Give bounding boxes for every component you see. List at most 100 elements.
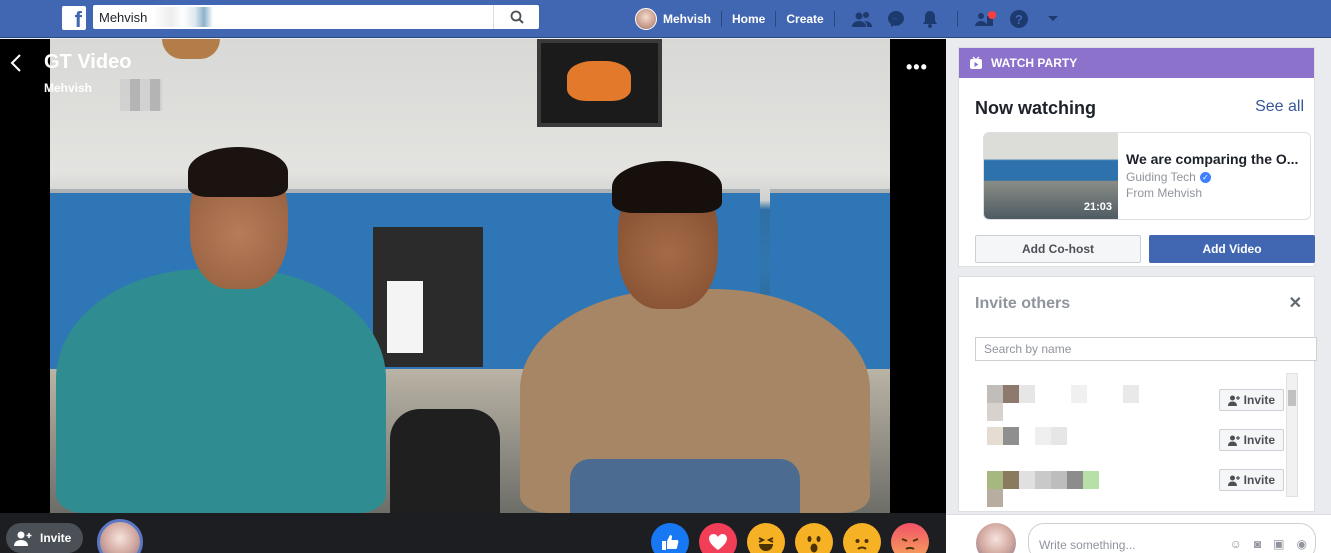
back-button[interactable]: [10, 53, 22, 79]
video-source: Guiding Tech ✓: [1126, 170, 1211, 184]
home-link[interactable]: Home: [732, 12, 765, 26]
video-title: GT Video: [44, 51, 132, 73]
video-player[interactable]: GT Video Mehvish ••• Invite: [0, 39, 946, 553]
profile-link[interactable]: Mehvish: [663, 12, 711, 26]
blurred-region: [1071, 385, 1087, 403]
add-video-button[interactable]: Add Video: [1149, 235, 1315, 263]
add-person-icon: [1227, 475, 1240, 486]
more-options-icon[interactable]: •••: [906, 57, 928, 78]
see-all-link[interactable]: See all: [1255, 98, 1304, 116]
invite-others-card: Invite others ✕ Invite Invite: [958, 276, 1317, 512]
blurred-region: [1003, 427, 1019, 445]
video-source-name[interactable]: Guiding Tech: [1126, 170, 1196, 184]
wow-reaction-icon[interactable]: [795, 523, 833, 553]
invite-others-heading: Invite others: [975, 295, 1071, 312]
blurred-region: [1035, 471, 1051, 489]
facebook-logo-icon[interactable]: f: [62, 6, 86, 30]
comment-composer: Write something... ☺ ◙ ▣ ◉: [946, 514, 1331, 553]
groups-icon[interactable]: [974, 8, 996, 30]
add-person-icon: [1227, 395, 1240, 406]
watch-party-card: WATCH PARTY Now watching See all 21:03 W…: [958, 47, 1315, 267]
avatar[interactable]: [635, 8, 657, 30]
blurred-region: [120, 79, 162, 111]
close-icon[interactable]: ✕: [1289, 293, 1302, 313]
wall-art: [537, 39, 662, 127]
search-button[interactable]: [493, 5, 539, 29]
person-right-jeans: [570, 459, 800, 513]
search-box: [93, 5, 539, 29]
friend-requests-icon[interactable]: [851, 8, 873, 30]
chevron-left-icon: [10, 54, 21, 72]
search-icon: [510, 10, 524, 24]
invite-friend-button[interactable]: Invite: [1218, 389, 1284, 411]
blurred-region: [1003, 471, 1019, 489]
camera-icon[interactable]: ◙: [1254, 537, 1261, 551]
blurred-region: [987, 427, 1003, 445]
svg-text:?: ?: [1015, 12, 1023, 27]
now-watching-heading: Now watching: [975, 98, 1096, 118]
avatar[interactable]: [97, 519, 143, 553]
top-navigation-bar: f Mehvish Home Create ?: [0, 0, 1331, 38]
blurred-region: [1003, 385, 1019, 403]
wall-clock: [162, 39, 220, 59]
person-left-hair: [188, 147, 288, 197]
blurred-region: [987, 489, 1003, 507]
write-something-placeholder: Write something...: [1039, 538, 1136, 552]
chevron-down-icon[interactable]: [1042, 8, 1064, 30]
blurred-region: [987, 385, 1003, 403]
messenger-icon[interactable]: [885, 8, 907, 30]
add-cohost-button[interactable]: Add Co-host: [975, 235, 1141, 263]
invite-button[interactable]: Invite: [6, 523, 84, 553]
video-thumbnail[interactable]: 21:03: [984, 133, 1118, 219]
composer-icons: ☺ ◙ ▣ ◉: [1230, 537, 1307, 551]
person-right-hair: [612, 161, 722, 213]
video-from: From Mehvish: [1126, 186, 1203, 200]
office-chair: [390, 409, 500, 513]
scrollbar-thumb[interactable]: [1288, 390, 1296, 406]
blurred-region: [987, 471, 1003, 489]
help-icon[interactable]: ?: [1008, 8, 1030, 30]
person-left: [56, 269, 386, 513]
blurred-region: [1019, 385, 1035, 403]
add-person-icon: [1227, 435, 1240, 446]
search-by-name-input[interactable]: [975, 337, 1317, 361]
current-video-card[interactable]: 21:03 We are comparing the O... Guiding …: [983, 132, 1311, 220]
love-reaction-icon[interactable]: [699, 523, 737, 553]
create-link[interactable]: Create: [786, 12, 823, 26]
friend-list-scrollbar[interactable]: [1286, 373, 1298, 497]
current-video-title[interactable]: We are comparing the O...: [1126, 151, 1298, 167]
product-box: [373, 227, 483, 367]
blurred-region: [153, 7, 213, 27]
video-frame[interactable]: [50, 39, 890, 513]
blurred-region: [1051, 427, 1067, 445]
video-duration: 21:03: [1083, 201, 1112, 213]
notifications-icon[interactable]: [919, 8, 941, 30]
invite-friend-button[interactable]: Invite: [1218, 469, 1284, 491]
sticker-icon[interactable]: ◉: [1297, 537, 1307, 551]
like-reaction-icon[interactable]: [651, 523, 689, 553]
add-person-icon: [14, 531, 32, 546]
blurred-region: [1035, 427, 1051, 445]
haha-reaction-icon[interactable]: [747, 523, 785, 553]
invite-friend-button[interactable]: Invite: [1218, 429, 1284, 451]
verified-badge-icon: ✓: [1199, 171, 1211, 183]
avatar: [976, 523, 1016, 553]
gif-icon[interactable]: ▣: [1273, 537, 1284, 551]
angry-reaction-icon[interactable]: [891, 523, 929, 553]
top-nav: Mehvish Home Create ?: [635, 0, 1070, 38]
watch-party-icon: [970, 56, 982, 69]
invite-label: Invite: [40, 531, 72, 545]
invite-friend-label: Invite: [1243, 393, 1275, 407]
watch-party-title: WATCH PARTY: [991, 56, 1078, 70]
sad-reaction-icon[interactable]: [843, 523, 881, 553]
invite-friend-label: Invite: [1243, 433, 1275, 447]
blurred-region: [987, 403, 1003, 421]
blurred-region: [1067, 471, 1083, 489]
emoji-icon[interactable]: ☺: [1230, 537, 1242, 551]
video-controls-bar: Invite: [0, 513, 946, 553]
blurred-region: [1051, 471, 1067, 489]
notification-dot: [987, 11, 996, 19]
watch-party-sidebar: WATCH PARTY Now watching See all 21:03 W…: [946, 39, 1331, 553]
blurred-region: [1083, 471, 1099, 489]
video-owner[interactable]: Mehvish: [44, 81, 92, 95]
